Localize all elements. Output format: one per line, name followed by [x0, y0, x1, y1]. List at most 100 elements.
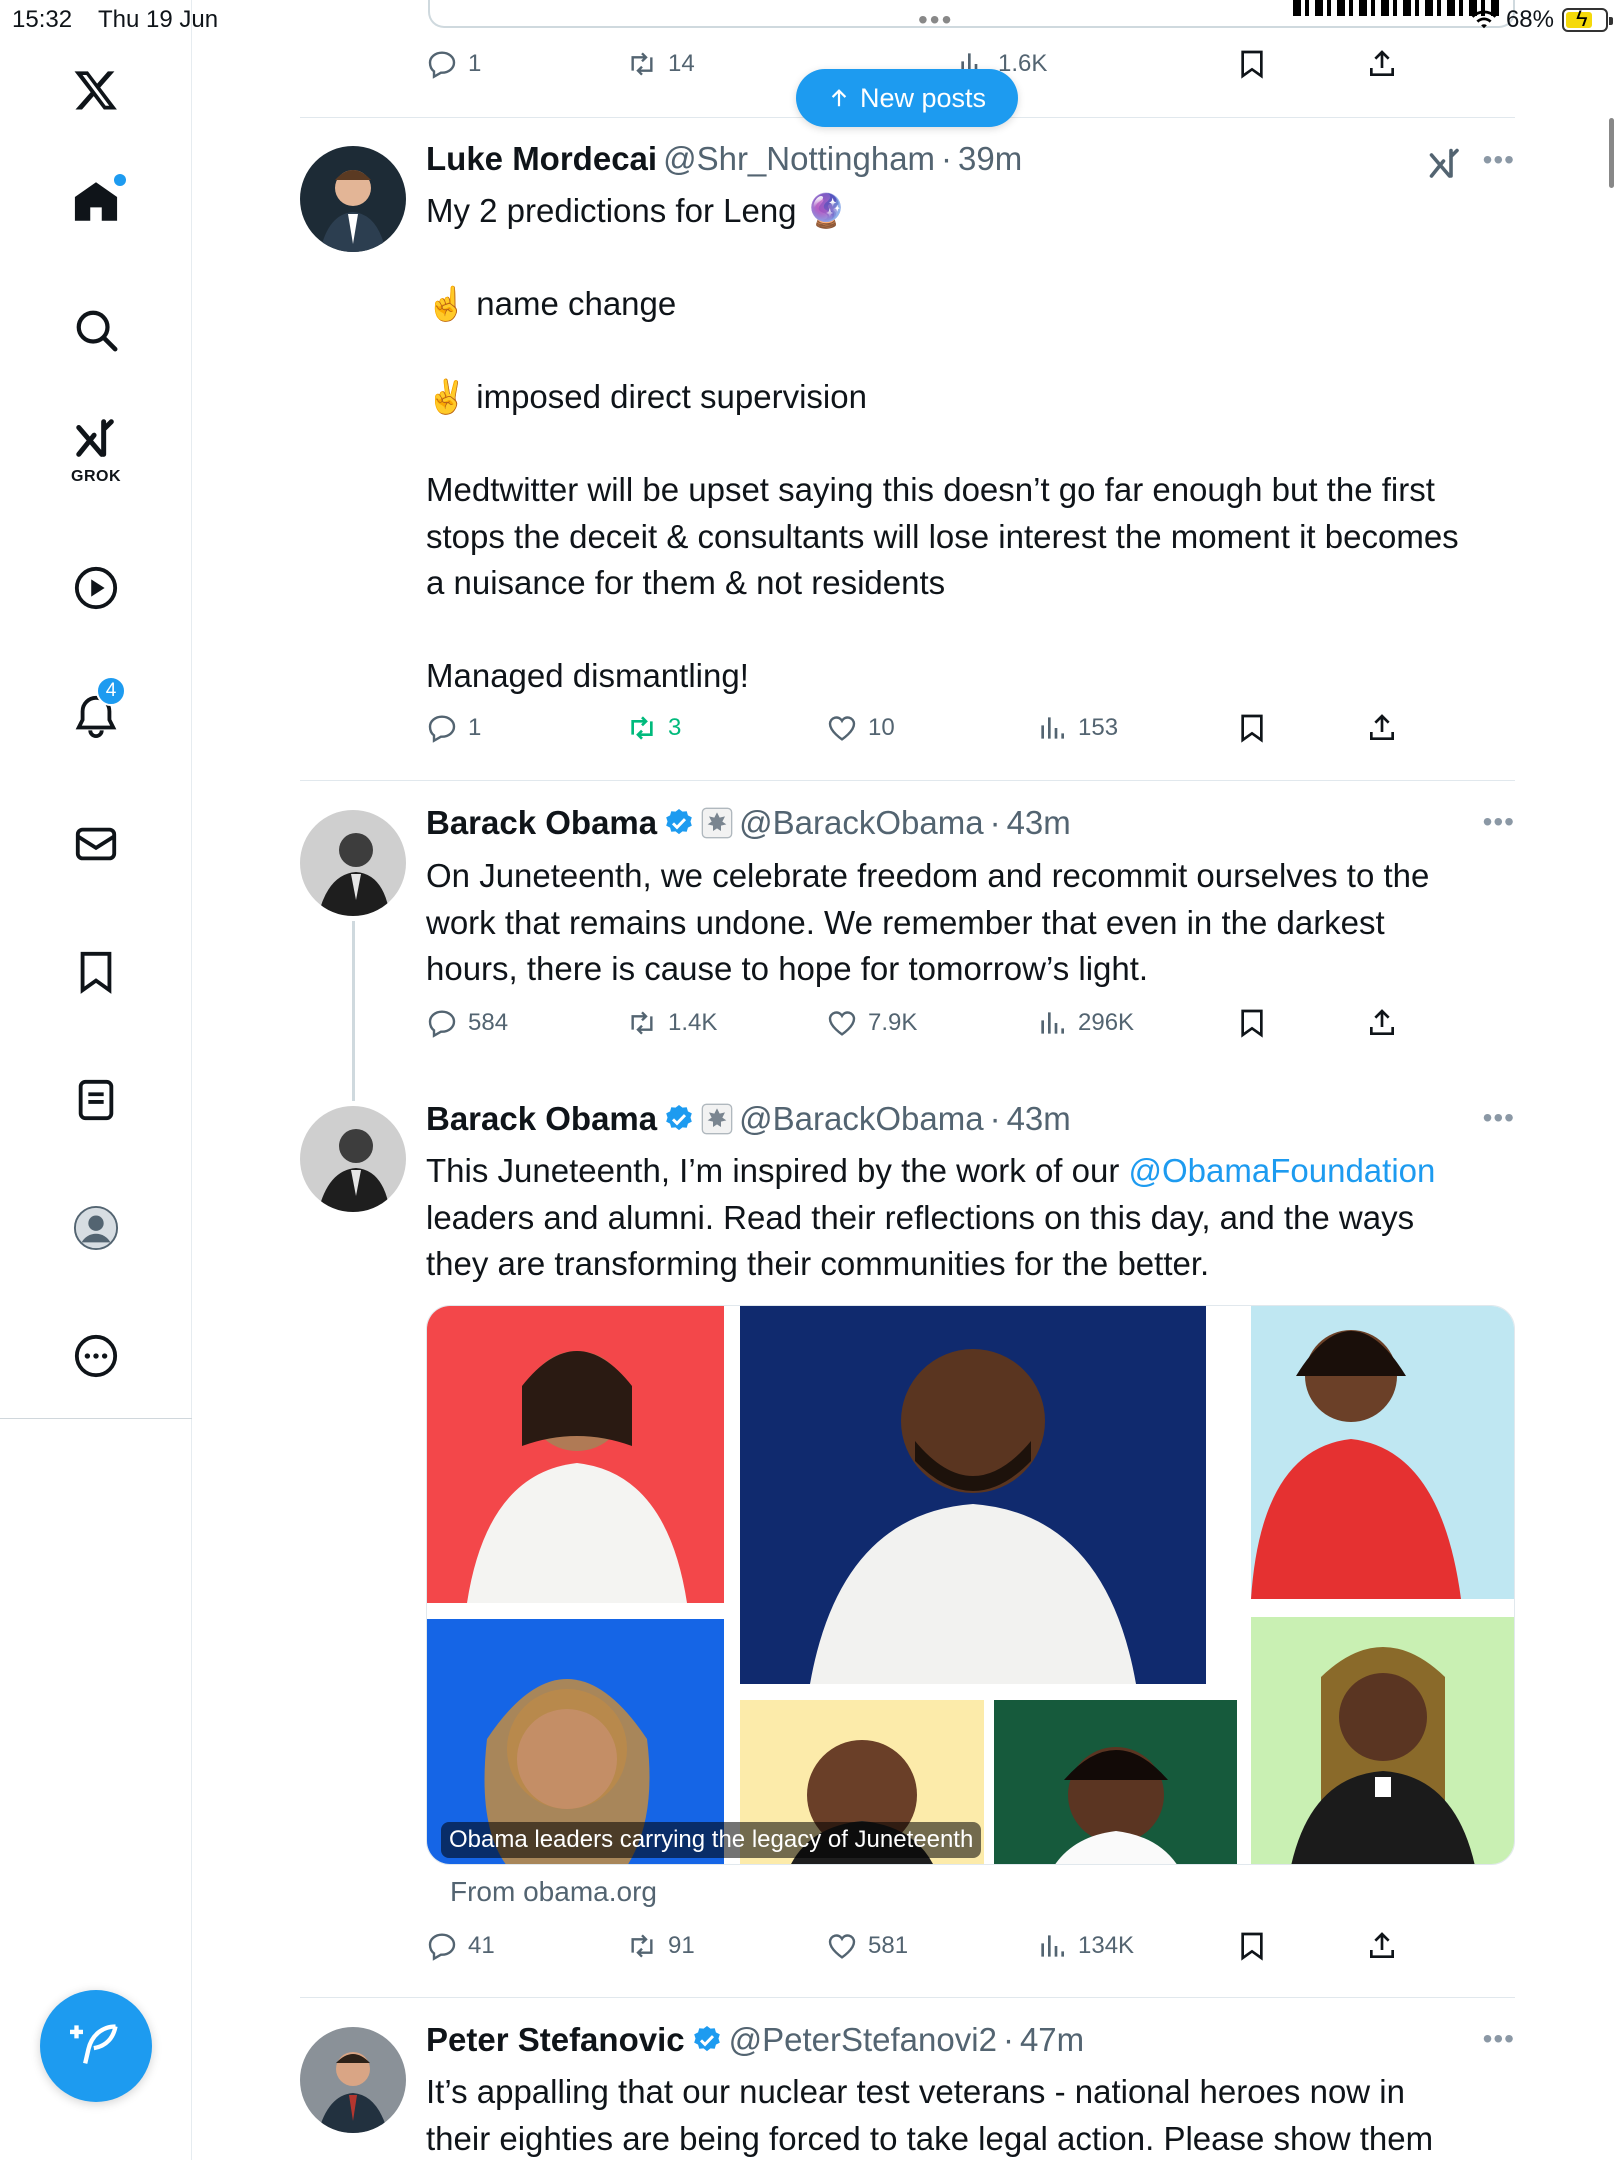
status-date: Thu 19 Jun — [98, 6, 219, 33]
reply-count: 584 — [468, 1009, 509, 1036]
dot-separator: · — [941, 140, 953, 177]
card-photo — [994, 1700, 1237, 1864]
thread-connector — [352, 921, 355, 1101]
avatar[interactable] — [300, 1106, 406, 1212]
author-name[interactable]: Barack Obama — [426, 1100, 657, 1138]
repost-button[interactable]: 14 — [626, 48, 695, 80]
bookmark-button[interactable] — [1236, 1930, 1268, 1962]
tweet-line: stops the deceit & consultants will lose… — [426, 517, 1459, 555]
sidebar: GROK 4 — [0, 0, 192, 2160]
sidebar-item-lists[interactable] — [46, 1050, 146, 1150]
share-icon — [1370, 50, 1394, 76]
author-handle[interactable]: @PeterStefanovi2 — [729, 2021, 997, 2059]
repost-button[interactable]: 1.4K — [626, 1007, 717, 1039]
views-icon — [1041, 1012, 1064, 1034]
author-name[interactable]: Peter Stefanovic — [426, 2021, 685, 2059]
tweet-header: Barack Obama @BarackObama · 43m — [426, 1100, 1071, 1138]
sidebar-item-video[interactable] — [46, 538, 146, 638]
sidebar-item-bookmarks[interactable] — [46, 922, 146, 1022]
card-source[interactable]: From obama.org — [450, 1876, 657, 1908]
grok-explain-icon[interactable] — [1427, 146, 1463, 182]
bookmark-button[interactable] — [1236, 1007, 1268, 1039]
status-bar: 15:32 Thu 19 Jun 68% ϟ — [0, 0, 1620, 40]
views-button[interactable]: 296K — [1036, 1007, 1134, 1039]
tweet-time[interactable]: 43m — [1007, 804, 1071, 842]
tweet-time[interactable]: 43m — [1007, 1100, 1071, 1138]
link-card[interactable]: Obama leaders carrying the legacy of Jun… — [426, 1305, 1515, 1865]
author-name[interactable]: Luke Mordecai — [426, 140, 657, 178]
tweet-line: work that remains undone. We remember th… — [426, 903, 1385, 941]
share-button[interactable] — [1366, 1007, 1398, 1039]
repost-icon — [631, 716, 653, 740]
more-options-button[interactable]: ••• — [1483, 2023, 1515, 2055]
sidebar-item-notifications[interactable]: 4 — [46, 666, 146, 766]
avatar[interactable] — [300, 146, 406, 252]
tweet-time[interactable]: 47m — [1020, 2021, 1084, 2059]
author-handle[interactable]: @BarackObama — [739, 1100, 983, 1138]
tweet-line: leaders and alumni. Read their reflectio… — [426, 1198, 1415, 1236]
tweet-line: Medtwitter will be upset saying this doe… — [426, 471, 1435, 508]
tweet-actions: 1 3 10 153 — [426, 712, 1515, 752]
avatar[interactable] — [300, 810, 406, 916]
share-button[interactable] — [1366, 712, 1398, 744]
scrollbar[interactable] — [1609, 118, 1614, 188]
reply-button[interactable]: 584 — [426, 1007, 508, 1039]
like-button[interactable]: 7.9K — [826, 1007, 917, 1039]
repost-count: 91 — [668, 1932, 695, 1959]
views-button[interactable]: 134K — [1036, 1930, 1134, 1962]
more-options-button[interactable]: ••• — [1483, 806, 1515, 838]
compose-button[interactable] — [40, 1990, 152, 2102]
more-options-button[interactable]: ••• — [1483, 1102, 1515, 1134]
card-photo — [740, 1306, 1206, 1684]
tweet-time[interactable]: 39m — [958, 140, 1022, 178]
new-posts-label: New posts — [859, 82, 987, 113]
more-options-button[interactable]: ••• — [1483, 144, 1515, 176]
reply-button[interactable]: 41 — [426, 1930, 495, 1962]
avatar[interactable] — [300, 2027, 406, 2133]
sidebar-item-messages[interactable] — [46, 794, 146, 894]
repost-button[interactable]: 91 — [626, 1930, 695, 1962]
like-button[interactable]: 10 — [826, 712, 895, 744]
repost-button[interactable]: 3 — [626, 712, 681, 744]
sidebar-item-profile[interactable] — [46, 1178, 146, 1278]
author-handle[interactable]: @BarackObama — [739, 804, 983, 842]
avatar-photo — [300, 810, 406, 916]
sidebar-item-search[interactable] — [46, 280, 146, 380]
bookmark-icon — [80, 951, 112, 994]
views-button[interactable]: 153 — [1036, 712, 1118, 744]
bookmark-button[interactable] — [1236, 48, 1268, 80]
arrow-up-icon — [831, 89, 847, 107]
search-icon — [76, 310, 118, 352]
tweet-line: hours, there is cause to hope for tomorr… — [426, 950, 1149, 987]
share-button[interactable] — [1366, 1930, 1398, 1962]
reply-button[interactable]: 1 — [426, 48, 481, 80]
bookmark-button[interactable] — [1236, 712, 1268, 744]
reply-icon — [428, 1010, 456, 1038]
sidebar-item-home[interactable] — [46, 152, 146, 252]
verified-badge-icon — [693, 2026, 720, 2052]
verified-badge-icon — [666, 809, 692, 835]
sidebar-item-more[interactable] — [46, 1306, 146, 1406]
tweet-line: their eighties are being forced to take … — [426, 2119, 1434, 2157]
reply-icon — [428, 715, 456, 743]
tweet-text: It’s appalling that our nuclear test vet… — [426, 2069, 1515, 2160]
bookmark-icon — [1241, 1009, 1263, 1038]
avatar-photo — [300, 146, 406, 252]
share-button[interactable] — [1366, 48, 1398, 80]
dot-separator: · — [989, 804, 1001, 841]
new-posts-pill[interactable]: New posts — [796, 69, 1018, 127]
list-icon — [78, 1079, 114, 1121]
timeline[interactable]: ••• 1 14 1.6K New posts Luke Mordecai @S… — [300, 0, 1515, 2160]
battery-icon: ϟ — [1562, 6, 1613, 32]
reply-button[interactable]: 1 — [426, 712, 481, 744]
sidebar-item-grok[interactable]: GROK — [46, 398, 146, 498]
x-logo[interactable] — [46, 40, 146, 140]
mention-link[interactable]: @ObamaFoundation — [1129, 1152, 1436, 1189]
grok-label: GROK — [71, 468, 121, 485]
author-handle[interactable]: @Shr_Nottingham — [663, 140, 935, 178]
like-count: 7.9K — [868, 1009, 918, 1036]
author-name[interactable]: Barack Obama — [426, 804, 657, 842]
like-button[interactable]: 581 — [826, 1930, 908, 1962]
bookmark-icon — [1241, 50, 1263, 79]
envelope-icon — [75, 827, 117, 861]
